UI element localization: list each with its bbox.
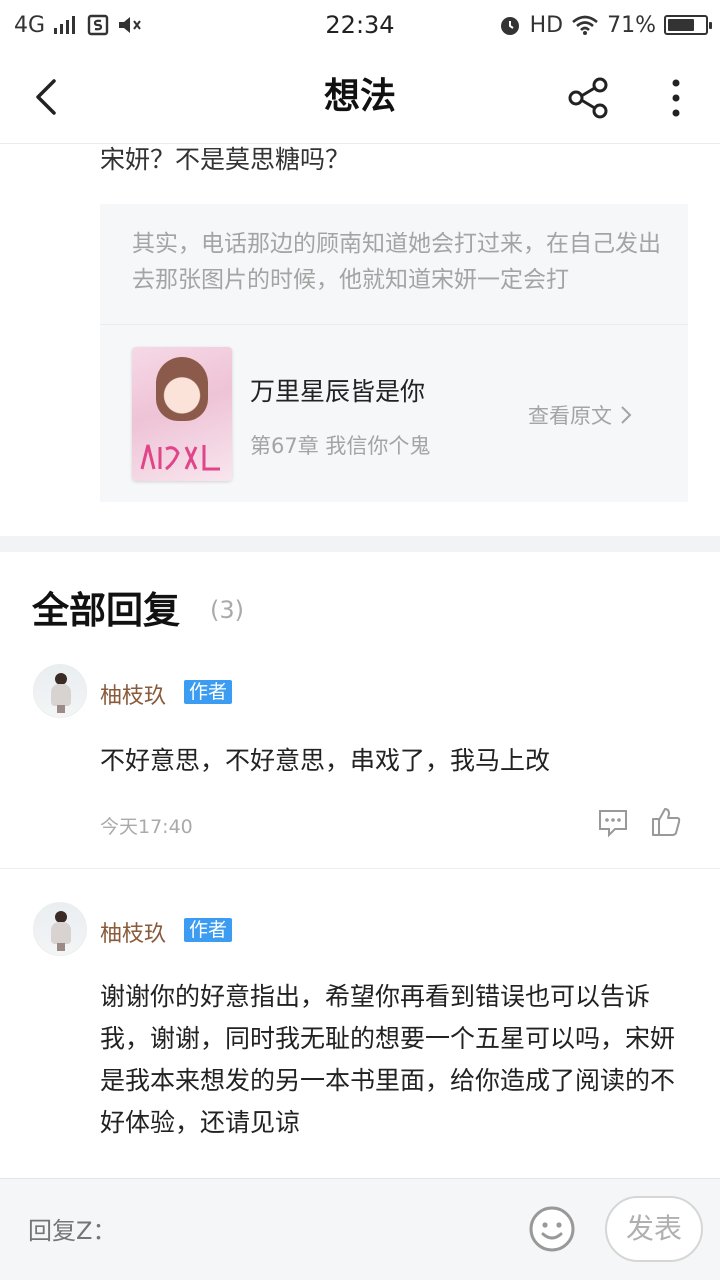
cover-title-art [140,444,220,471]
battery-icon [664,15,712,35]
book-title: 万里星辰皆是你 [250,377,426,406]
cover-portrait [156,357,208,421]
quote-excerpt: 其实，电话那边的顾南知道她会打过来，在自己发出去那张图片的时候，他就知道宋妍一定… [132,231,661,293]
comment-icon[interactable] [597,808,629,838]
author-name[interactable]: 柚枝玖 [100,678,166,710]
send-button[interactable]: 发表 [605,1196,703,1262]
reply-text: 不好意思，不好意思，串戏了，我马上改 [100,746,551,775]
status-right: HD 71% [498,0,712,50]
divider [0,868,720,869]
section-separator [0,536,720,552]
reply-item: 柚枝玖 作者 不好意思，不好意思，串戏了，我马上改 今天17:40 [0,660,720,870]
reply-time: 今天17:40 [100,816,193,838]
reply-input[interactable] [28,1217,488,1245]
view-original-label: 查看原文 [528,404,612,428]
alarm-icon [500,17,519,35]
replies-heading: 全部回复 [32,588,180,632]
author-name[interactable]: 柚枝玖 [100,916,166,948]
reply-item: 柚枝玖 作者 谢谢你的好意指出，希望你再看到错误也可以告诉我，谢谢，同时我无耻的… [0,898,720,1178]
battery-percent: 71% [607,12,656,38]
more-button[interactable] [652,72,700,124]
replies-count: (3) [210,596,244,624]
like-icon[interactable] [650,806,682,838]
thought-text: 宋妍？不是莫思糖吗？ [100,145,351,174]
chevron-right-icon [621,406,632,424]
book-cover[interactable] [132,347,232,481]
author-badge: 作者 [184,680,233,704]
more-vertical-icon [672,79,680,117]
emoji-icon[interactable] [528,1205,576,1253]
book-chapter: 第67章 我信你个鬼 [250,434,431,458]
reply-input-bar: 发表 [0,1178,720,1280]
hd-label: HD [529,12,564,38]
share-icon [568,77,608,119]
view-original-link[interactable]: 查看原文 [528,400,632,430]
top-app-bar: 想法 [0,50,720,144]
wifi-icon [572,15,598,35]
battery-fill [668,19,694,31]
author-badge: 作者 [184,918,233,942]
avatar[interactable] [33,664,87,718]
divider [100,324,688,325]
avatar[interactable] [33,902,87,956]
share-button[interactable] [562,72,614,124]
status-bar: 4G 22:34 HD 71% [0,0,720,50]
reply-text: 谢谢你的好意指出，希望你再看到错误也可以告诉我，谢谢，同时我无耻的想要一个五星可… [100,982,676,1137]
quote-card[interactable]: 其实，电话那边的顾南知道她会打过来，在自己发出去那张图片的时候，他就知道宋妍一定… [100,204,688,502]
